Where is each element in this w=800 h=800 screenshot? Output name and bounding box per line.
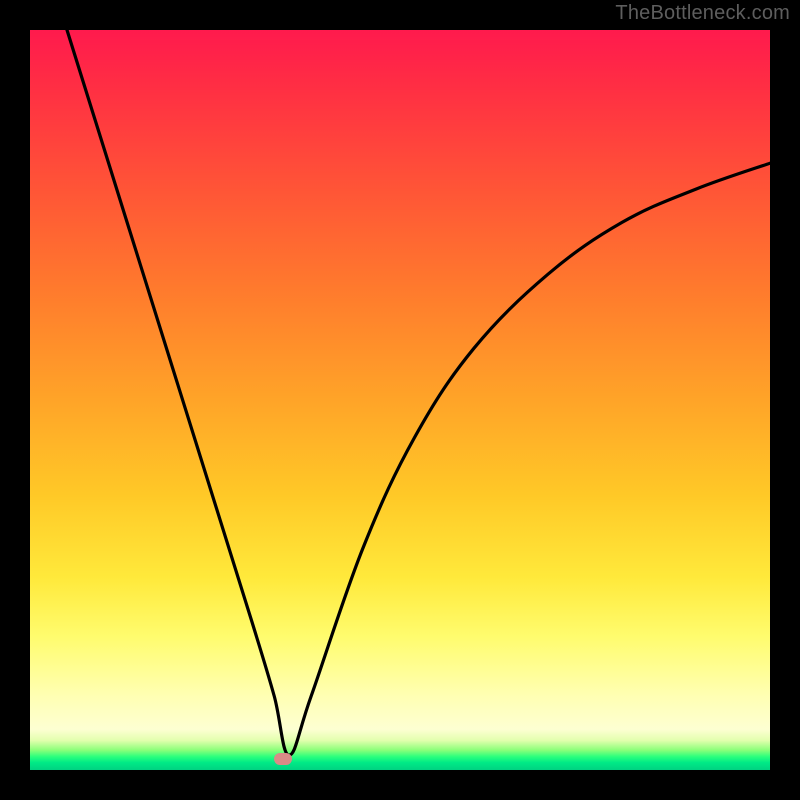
chart-frame: TheBottleneck.com — [0, 0, 800, 800]
attribution-text: TheBottleneck.com — [615, 2, 790, 25]
bottleneck-curve — [30, 30, 770, 770]
plot-area — [30, 30, 770, 770]
minimum-marker — [274, 753, 292, 765]
